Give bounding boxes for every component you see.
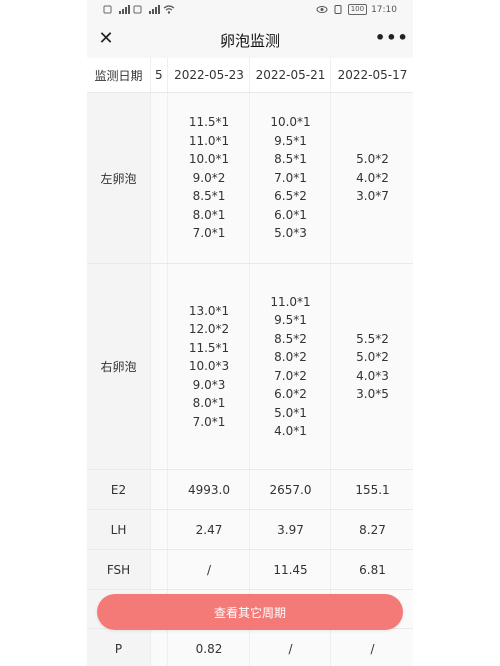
cut-cell [150, 470, 167, 509]
header-cut-date: 5 [150, 58, 167, 92]
e2-value-1: 4993.0 [167, 470, 250, 509]
follicle-measure: 5.5*2 [356, 331, 389, 346]
row-label-p: P [87, 629, 150, 666]
wifi-icon [163, 5, 175, 14]
vibrate-icon [334, 5, 342, 14]
fsh-value-3: 6.81 [330, 550, 413, 589]
follicle-measure: 10.0*1 [270, 115, 311, 130]
right-col-3: 5.5*2 5.0*2 4.0*3 3.0*5 [330, 264, 413, 469]
battery-icon: 100 [347, 4, 368, 15]
cut-cell [150, 510, 167, 549]
follicle-measure: 3.0*7 [356, 189, 389, 204]
left-col-2: 10.0*1 9.5*1 8.5*1 7.0*1 6.5*2 6.0*1 5.0*3 [249, 93, 331, 263]
sim-icon [103, 5, 112, 14]
signal-icon [119, 5, 130, 14]
right-col-2: 11.0*1 9.5*1 8.5*2 8.0*2 7.0*2 6.0*2 5.0*1 4.0*… [249, 264, 331, 469]
table-row-fsh: FSH / 11.45 6.81 [87, 550, 413, 590]
sim-icon [133, 5, 142, 14]
cut-cell [150, 264, 167, 469]
header-label: 监测日期 [87, 58, 150, 92]
follicle-measure: 10.0*1 [188, 152, 230, 167]
follicle-measure: 13.0*1 [188, 303, 230, 318]
follicle-measure: 8.0*1 [192, 396, 226, 411]
table-header-row: 监测日期 5 2022-05-23 2022-05-21 2022-05-17 [87, 58, 413, 93]
row-label-fsh: FSH [87, 550, 150, 589]
header-date-2: 2022-05-21 [249, 58, 331, 92]
follicle-measure: 8.5*2 [274, 331, 307, 346]
right-col-1: 13.0*1 12.0*2 11.5*1 10.0*3 9.0*3 8.0*1 7.0*1 [167, 264, 250, 469]
follicle-measure: 11.5*1 [188, 340, 230, 355]
table-row-p: P 0.82 / / [87, 629, 413, 666]
left-col-3: 5.0*2 4.0*2 3.0*7 [330, 93, 413, 263]
view-other-cycles-button[interactable]: 查看其它周期 [97, 594, 403, 630]
lh-value-1: 2.47 [167, 510, 250, 549]
cut-cell [150, 550, 167, 589]
follicle-measure: 8.5*1 [192, 189, 226, 204]
follicle-measure: 5.0*3 [274, 226, 307, 241]
phone-screen: 100 17:10 ✕ 卵泡监测 ••• 监测日期 5 2022-05-23 2… [87, 0, 413, 666]
cut-cell [150, 93, 167, 263]
lh-value-2: 3.97 [249, 510, 331, 549]
lh-value-3: 8.27 [330, 510, 413, 549]
follicle-measure: 6.5*2 [274, 189, 307, 204]
p-value-1: 0.82 [167, 629, 250, 666]
follicle-measure: 11.5*1 [188, 115, 230, 130]
follicle-measure: 7.0*1 [192, 414, 226, 429]
table-row-right-follicle: 右卵泡 13.0*1 12.0*2 11.5*1 10.0*3 9.0*3 8.0*1 7.… [87, 264, 413, 470]
eye-icon [316, 6, 328, 13]
follicle-measure: 4.0*3 [356, 368, 389, 383]
follicle-measure: 7.0*2 [274, 368, 307, 383]
fsh-value-2: 11.45 [249, 550, 331, 589]
header-date-3: 2022-05-17 [330, 58, 413, 92]
page-title: 卵泡监测 [219, 32, 280, 50]
follicle-measure: 9.5*1 [274, 133, 307, 148]
row-label-lh: LH [87, 510, 150, 549]
e2-value-3: 155.1 [330, 470, 413, 509]
row-label-right: 右卵泡 [87, 264, 150, 469]
e2-value-2: 2657.0 [249, 470, 331, 509]
follicle-measure: 9.0*3 [192, 377, 226, 392]
follicle-measure: 11.0*1 [270, 294, 311, 309]
status-bar: 100 17:10 [87, 0, 413, 22]
row-label-left: 左卵泡 [87, 93, 150, 263]
signal-icon [149, 5, 160, 14]
fsh-value-1: / [167, 550, 250, 589]
status-time: 17:10 [371, 4, 397, 15]
p-value-2: / [249, 629, 331, 666]
follicle-measure: 8.0*1 [192, 207, 226, 222]
follicle-measure: 11.0*1 [188, 133, 230, 148]
monitor-table: 监测日期 5 2022-05-23 2022-05-21 2022-05-17 … [87, 58, 413, 666]
p-value-3: / [330, 629, 413, 666]
follicle-measure: 8.0*2 [274, 350, 307, 364]
follicle-measure: 7.0*1 [274, 170, 307, 185]
follicle-measure: 8.5*1 [274, 152, 307, 167]
follicle-measure: 6.0*1 [274, 207, 307, 222]
follicle-measure: 6.0*2 [274, 387, 307, 401]
status-left [103, 5, 175, 14]
follicle-measure: 3.0*5 [356, 387, 389, 401]
follicle-measure: 5.0*2 [356, 350, 389, 364]
follicle-measure: 10.0*3 [188, 359, 230, 374]
left-col-1: 11.5*1 11.0*1 10.0*1 9.0*2 8.5*1 8.0*1 7.0*1 [167, 93, 250, 263]
cut-cell [150, 629, 167, 666]
follicle-measure: 4.0*2 [356, 170, 389, 185]
table-row-e2: E2 4993.0 2657.0 155.1 [87, 470, 413, 510]
row-label-e2: E2 [87, 470, 150, 509]
header-date-1: 2022-05-23 [167, 58, 250, 92]
follicle-measure: 4.0*1 [274, 424, 307, 438]
follicle-measure: 5.0*2 [356, 152, 389, 167]
nav-bar: ✕ 卵泡监测 ••• [87, 22, 413, 58]
follicle-measure: 7.0*1 [192, 226, 226, 241]
follicle-measure: 12.0*2 [188, 322, 230, 337]
follicle-measure: 9.5*1 [274, 313, 307, 327]
more-icon[interactable]: ••• [375, 26, 408, 50]
follicle-measure: 5.0*1 [274, 405, 307, 420]
follicle-measure: 9.0*2 [192, 170, 226, 185]
table-row-lh: LH 2.47 3.97 8.27 [87, 510, 413, 550]
table-row-left-follicle: 左卵泡 11.5*1 11.0*1 10.0*1 9.0*2 8.5*1 8.0*1 7.0… [87, 93, 413, 264]
status-right: 100 17:10 [316, 4, 397, 15]
